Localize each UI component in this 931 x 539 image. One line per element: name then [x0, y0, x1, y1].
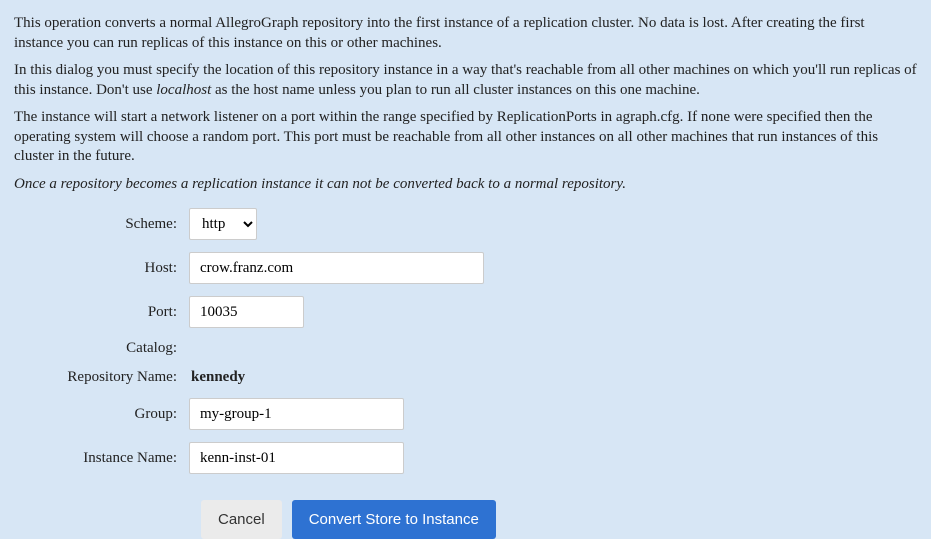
- repository-label: Repository Name:: [14, 369, 189, 386]
- scheme-select[interactable]: http https: [189, 208, 257, 240]
- row-port: Port:: [14, 296, 917, 328]
- intro-paragraph-3: The instance will start a network listen…: [14, 108, 917, 167]
- catalog-label: Catalog:: [14, 340, 189, 357]
- scheme-label: Scheme:: [14, 216, 189, 233]
- row-catalog: Catalog:: [14, 340, 917, 357]
- button-row: Cancel Convert Store to Instance: [201, 500, 917, 539]
- host-label: Host:: [14, 260, 189, 277]
- row-repository: Repository Name: kennedy: [14, 369, 917, 386]
- intro-paragraph-2: In this dialog you must specify the loca…: [14, 61, 917, 100]
- localhost-emphasis: localhost: [156, 82, 211, 98]
- host-input[interactable]: [189, 252, 484, 284]
- row-instance-name: Instance Name:: [14, 442, 917, 474]
- group-label: Group:: [14, 406, 189, 423]
- port-input[interactable]: [189, 296, 304, 328]
- group-input[interactable]: [189, 398, 404, 430]
- row-scheme: Scheme: http https: [14, 208, 917, 240]
- row-host: Host:: [14, 252, 917, 284]
- instance-name-input[interactable]: [189, 442, 404, 474]
- instance-name-label: Instance Name:: [14, 450, 189, 467]
- port-label: Port:: [14, 304, 189, 321]
- convert-form: Scheme: http https Host: Port: Catalog: …: [14, 208, 917, 539]
- convert-button[interactable]: Convert Store to Instance: [292, 500, 496, 539]
- intro-p2-part-b: as the host name unless you plan to run …: [211, 82, 700, 98]
- row-group: Group:: [14, 398, 917, 430]
- intro-paragraph-warning: Once a repository becomes a replication …: [14, 175, 917, 195]
- cancel-button[interactable]: Cancel: [201, 500, 282, 539]
- intro-paragraph-1: This operation converts a normal Allegro…: [14, 14, 917, 53]
- repository-value: kennedy: [189, 369, 245, 386]
